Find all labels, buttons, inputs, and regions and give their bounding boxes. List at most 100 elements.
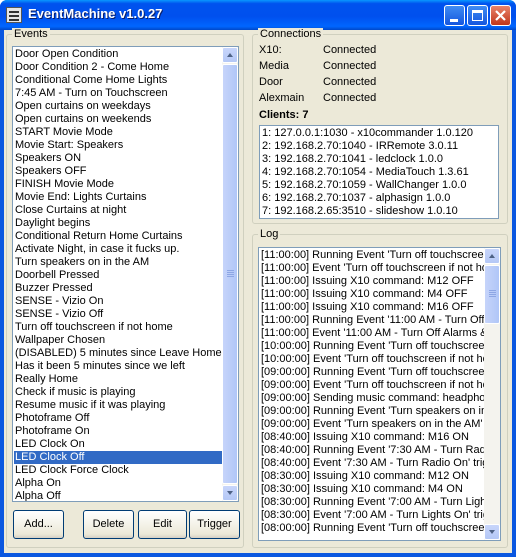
event-list-item[interactable]: Photoframe Off	[14, 412, 222, 425]
log-line[interactable]: [11:00:00] Event 'Turn off touchscreen i…	[260, 262, 488, 275]
event-list-item[interactable]: Activate Night, in case it fucks up.	[14, 243, 222, 256]
clients-list[interactable]: 1: 127.0.0.1:1030 - x10commander 1.0.120…	[259, 125, 499, 219]
connection-status: Connected	[323, 76, 377, 88]
scroll-thumb[interactable]	[222, 64, 238, 484]
event-list-item[interactable]: LED Clock Off	[14, 451, 222, 464]
connection-name: Door	[259, 76, 283, 88]
delete-button[interactable]: Delete	[83, 510, 134, 539]
event-list-item[interactable]: 7:45 AM - Turn on Touchscreen	[14, 87, 222, 100]
event-list-item[interactable]: Buzzer Pressed	[14, 282, 222, 295]
event-list-item[interactable]: Open curtains on weekends	[14, 113, 222, 126]
log-line[interactable]: [10:00:00] Event 'Turn off touchscreen i…	[260, 353, 489, 366]
log-line[interactable]: [08:30:00] Running Event '7:00 AM - Turn…	[260, 496, 486, 509]
log-scrollbar[interactable]	[484, 248, 500, 540]
log-line[interactable]: [11:00:00] Issuing X10 command: M16 OFF	[260, 301, 484, 314]
log-line[interactable]: [09:00:00] Event 'Turn off touchscreen i…	[260, 379, 489, 392]
log-line[interactable]: [08:40:00] Issuing X10 command: M16 ON	[260, 431, 484, 444]
trigger-button[interactable]: Trigger	[189, 510, 240, 539]
scroll-up-button[interactable]	[222, 47, 238, 63]
event-list-item[interactable]: Resume music if it was playing	[14, 399, 222, 412]
close-icon	[495, 10, 506, 21]
scroll-up-button[interactable]	[484, 248, 500, 264]
minimize-icon	[450, 19, 458, 22]
connection-status: Connected	[323, 92, 377, 104]
event-list-item[interactable]: Turn speakers on in the AM	[14, 256, 222, 269]
event-list-item[interactable]: Photoframe On	[14, 425, 222, 438]
event-list-item[interactable]: Turn off touchscreen if not home	[14, 321, 222, 334]
event-list-item[interactable]: Has it been 5 minutes since we left	[14, 360, 222, 373]
client-list-item[interactable]: 1: 127.0.0.1:1030 - x10commander 1.0.120	[261, 127, 497, 140]
client-list-item[interactable]: 2: 192.168.2.70:1040 - IRRemote 3.0.11	[261, 140, 497, 153]
event-list-item[interactable]: Movie End: Lights Curtains	[14, 191, 222, 204]
event-list-item[interactable]: SENSE - Vizio On	[14, 295, 222, 308]
event-list-item[interactable]: Check if music is playing	[14, 386, 222, 399]
scroll-down-button[interactable]	[484, 524, 500, 540]
event-list-item[interactable]: Doorbell Pressed	[14, 269, 222, 282]
event-list-item[interactable]: Movie Start: Speakers	[14, 139, 222, 152]
log-group-label: Log	[258, 228, 281, 240]
log-line[interactable]: [11:00:00] Issuing X10 command: M12 OFF	[260, 275, 484, 288]
events-group-label: Events	[12, 28, 50, 40]
event-list-item[interactable]: LED Clock Force Clock	[14, 464, 222, 477]
log-line[interactable]: [08:40:00] Running Event '7:30 AM - Turn…	[260, 444, 486, 457]
log-line[interactable]: [10:00:00] Running Event 'Turn off touch…	[260, 340, 491, 353]
client-list-item[interactable]: 3: 192.168.2.70:1041 - ledclock 1.0.0	[261, 153, 497, 166]
minimize-button[interactable]	[444, 5, 465, 26]
connections-group: Connections X10: Connected Media Connect…	[252, 28, 508, 224]
event-list-item[interactable]: Really Home	[14, 373, 222, 386]
log-line[interactable]: [11:00:00] Running Event 'Turn off touch…	[260, 249, 490, 262]
event-list-item[interactable]: Speakers OFF	[14, 165, 222, 178]
log-line[interactable]: [08:40:00] Event '7:30 AM - Turn Radio O…	[260, 457, 488, 470]
add-button[interactable]: Add...	[13, 510, 64, 539]
client-list-item[interactable]: 6: 192.168.2.70:1037 - alphasign 1.0.0	[261, 192, 497, 205]
log-line[interactable]: [11:00:00] Event '11:00 AM - Turn Off Al…	[260, 327, 488, 340]
maximize-button[interactable]	[467, 5, 488, 26]
log-line[interactable]: [09:00:00] Sending music command: headph…	[260, 392, 489, 405]
log-line[interactable]: [08:30:00] Event '7:00 AM - Turn Lights …	[260, 509, 489, 522]
window-title: EventMachine v1.0.27	[28, 6, 163, 21]
connection-name: Media	[259, 60, 289, 72]
close-button[interactable]	[490, 5, 511, 26]
event-list-item[interactable]: Conditional Come Home Lights	[14, 74, 222, 87]
event-list-item[interactable]: FINISH Movie Mode	[14, 178, 222, 191]
event-list-item[interactable]: Speakers ON	[14, 152, 222, 165]
event-list-item[interactable]: SENSE - Vizio Off	[14, 308, 222, 321]
maximize-icon	[472, 10, 483, 21]
client-list-item[interactable]: 5: 192.168.2.70:1059 - WallChanger 1.0.0	[261, 179, 497, 192]
event-list-item[interactable]: Open curtains on weekdays	[14, 100, 222, 113]
event-list-item[interactable]: Close Curtains at night	[14, 204, 222, 217]
event-list-item[interactable]: Door Condition 2 - Come Home	[14, 61, 222, 74]
log-line[interactable]: [09:00:00] Running Event 'Turn speakers …	[260, 405, 487, 418]
log-line[interactable]: [09:00:00] Running Event 'Turn off touch…	[260, 366, 491, 379]
scroll-down-button[interactable]	[222, 485, 238, 501]
edit-button[interactable]: Edit	[138, 510, 187, 539]
main-window: EventMachine v1.0.27 Events Door Open Co…	[0, 0, 516, 557]
event-list-item[interactable]: Alpha On	[14, 477, 222, 490]
connections-group-label: Connections	[258, 28, 324, 40]
log-line[interactable]: [08:00:00] Running Event 'Turn off touch…	[260, 522, 491, 535]
event-list-item[interactable]: (DISABLED) 5 minutes since Leave Home	[14, 347, 222, 360]
title-bar[interactable]: EventMachine v1.0.27	[0, 0, 516, 30]
log-line[interactable]: [11:00:00] Issuing X10 command: M4 OFF	[260, 288, 484, 301]
connection-status: Connected	[323, 60, 377, 72]
clients-count: Clients: 7	[259, 109, 309, 121]
event-list-item[interactable]: Wallpaper Chosen	[14, 334, 222, 347]
client-list-item[interactable]: 4: 192.168.2.70:1054 - MediaTouch 1.3.61	[261, 166, 497, 179]
log-line[interactable]: [09:00:00] Event 'Turn speakers on in th…	[260, 418, 489, 431]
connection-name: X10:	[259, 44, 282, 56]
log-line[interactable]: [08:30:00] Issuing X10 command: M4 ON	[260, 483, 484, 496]
client-list-item[interactable]: 7: 192.168.2.65:3510 - slideshow 1.0.10	[261, 205, 497, 218]
event-list-item[interactable]: LED Clock On	[14, 438, 222, 451]
event-list-item[interactable]: Conditional Return Home Curtains	[14, 230, 222, 243]
events-list[interactable]: Door Open Condition Door Condition 2 - Co…	[12, 46, 239, 502]
event-list-item[interactable]: Alpha Off	[14, 490, 222, 501]
log-line[interactable]: [08:30:00] Issuing X10 command: M12 ON	[260, 470, 484, 483]
log-line[interactable]: [11:00:00] Running Event '11:00 AM - Tur…	[260, 314, 484, 327]
events-scrollbar[interactable]	[222, 47, 238, 501]
scroll-thumb[interactable]	[484, 265, 500, 324]
event-list-item[interactable]: Daylight begins	[14, 217, 222, 230]
log-list[interactable]: [11:00:00] Running Event 'Turn off touch…	[258, 247, 501, 541]
app-icon[interactable]	[6, 7, 22, 23]
event-list-item[interactable]: START Movie Mode	[14, 126, 222, 139]
event-list-item[interactable]: Door Open Condition	[14, 48, 222, 61]
